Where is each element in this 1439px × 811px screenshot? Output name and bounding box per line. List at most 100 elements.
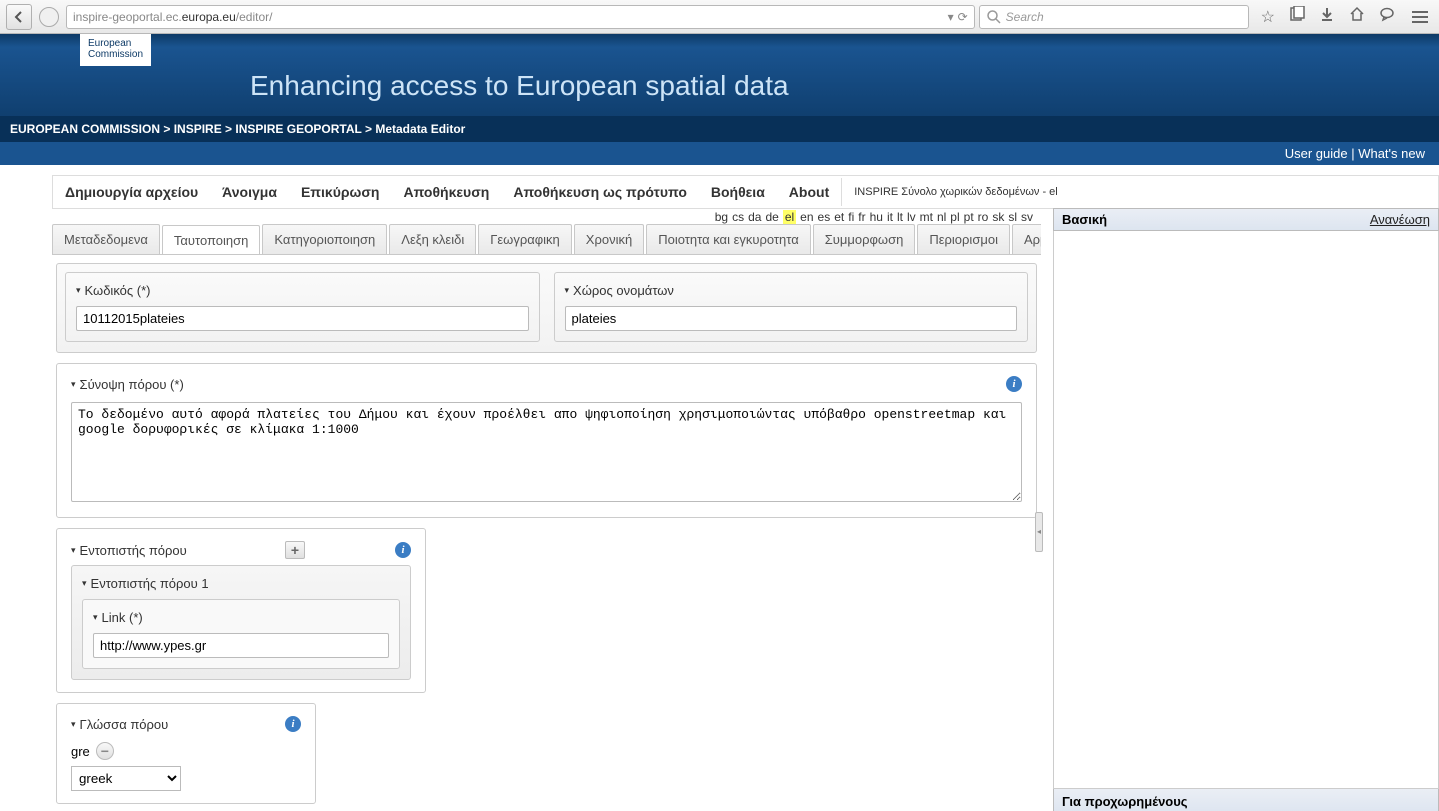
namespace-label: Χώρος ονομάτων (573, 283, 674, 298)
abstract-panel: ▾ Σύνοψη πόρου (*) i (56, 363, 1037, 518)
lang-sv[interactable]: sv (1021, 210, 1033, 224)
url-prefix: inspire-geoportal.ec. (73, 10, 182, 24)
lang-fr[interactable]: fr (858, 210, 865, 224)
menu-help[interactable]: Βοήθεια (699, 176, 777, 208)
site-identity-icon[interactable] (39, 7, 59, 27)
lang-da[interactable]: da (748, 210, 761, 224)
lang-pt[interactable]: pt (964, 210, 974, 224)
browser-toolbar: inspire-geoportal.ec.europa.eu/editor/ ▾… (0, 0, 1439, 34)
url-path: /editor/ (236, 10, 273, 24)
language-select[interactable]: greek (71, 766, 181, 791)
menu-icon[interactable] (1407, 6, 1433, 28)
lang-et[interactable]: et (834, 210, 844, 224)
lang-sk[interactable]: sk (992, 210, 1004, 224)
info-icon[interactable]: i (1006, 376, 1022, 392)
abstract-textarea[interactable] (71, 402, 1022, 502)
url-host: europa.eu (182, 10, 236, 24)
search-placeholder: Search (1006, 10, 1044, 24)
ec-badge: European Commission (80, 34, 151, 66)
breadcrumb-link[interactable]: INSPIRE GEOPORTAL (235, 122, 361, 136)
info-icon[interactable]: i (395, 542, 411, 558)
url-bar[interactable]: inspire-geoportal.ec.europa.eu/editor/ ▾… (66, 5, 975, 29)
menu-open[interactable]: Άνοιγμα (210, 176, 289, 208)
breadcrumb-link[interactable]: INSPIRE (174, 122, 222, 136)
dropdown-icon[interactable]: ▾ (948, 10, 954, 24)
lang-pl[interactable]: pl (950, 210, 959, 224)
tab-8[interactable]: Περιορισμοι (917, 224, 1010, 254)
lang-it[interactable]: it (887, 210, 893, 224)
back-button[interactable] (6, 4, 32, 30)
menu-new[interactable]: Δημιουργία αρχείου (53, 176, 210, 208)
lang-ro[interactable]: ro (978, 210, 989, 224)
search-icon (986, 9, 1002, 25)
add-icon[interactable]: + (285, 541, 305, 559)
breadcrumb-link[interactable]: EUROPEAN COMMISSION (10, 122, 160, 136)
chat-icon[interactable] (1379, 6, 1395, 27)
collapse-icon[interactable]: ▾ (71, 719, 76, 730)
lang-es[interactable]: es (818, 210, 831, 224)
reload-icon[interactable]: ⟳ (958, 10, 968, 24)
locator-label: Εντοπιστής πόρου (80, 543, 187, 558)
tab-1[interactable]: Ταυτοποιηση (162, 225, 261, 255)
menu-validate[interactable]: Επικύρωση (289, 176, 392, 208)
ec-line2: Commission (88, 49, 143, 60)
right-basic-label: Βασική (1062, 212, 1107, 227)
tab-6[interactable]: Ποιοτητα και εγκυροτητα (646, 224, 811, 254)
collapse-icon[interactable]: ▾ (93, 612, 98, 623)
tab-9[interactable]: Αρμόδιο μέρο (1012, 224, 1041, 254)
header-banner: European Commission Enhancing access to … (0, 34, 1439, 165)
lang-lv[interactable]: lv (907, 210, 916, 224)
form-area[interactable]: ▾Κωδικός (*) ▾Χώρος ονομάτων ▾ Σύνοψη πόρ… (52, 255, 1041, 811)
collapse-icon[interactable]: ▾ (76, 285, 81, 296)
lang-fi[interactable]: fi (848, 210, 854, 224)
downloads-icon[interactable] (1319, 6, 1335, 27)
link-input[interactable] (93, 633, 389, 658)
whats-new-link[interactable]: What's new (1358, 146, 1425, 161)
lang-bg[interactable]: bg (715, 210, 728, 224)
code-input[interactable] (76, 306, 529, 331)
menu-save[interactable]: Αποθήκευση (391, 176, 501, 208)
tab-2[interactable]: Κατηγοριοποιηση (262, 224, 387, 254)
lang-en[interactable]: en (800, 210, 813, 224)
tab-7[interactable]: Συμμορφωση (813, 224, 916, 254)
right-header: Βασική Ανανέωση (1053, 208, 1439, 231)
reading-list-icon[interactable] (1289, 6, 1305, 27)
lang-mt[interactable]: mt (920, 210, 933, 224)
lang-lt[interactable]: lt (897, 210, 903, 224)
collapse-icon[interactable]: ▾ (565, 285, 570, 296)
abstract-label: Σύνοψη πόρου (*) (80, 377, 184, 392)
splitter-handle[interactable] (1035, 512, 1043, 552)
lang-el[interactable]: el (783, 210, 796, 224)
chrome-icons: ☆ (1253, 6, 1403, 27)
menubar: Δημιουργία αρχείου Άνοιγμα Επικύρωση Απο… (52, 175, 1439, 209)
breadcrumb: EUROPEAN COMMISSION > INSPIRE > INSPIRE … (0, 116, 1439, 142)
menu-save-template[interactable]: Αποθήκευση ως πρότυπο (501, 176, 699, 208)
page-scroll[interactable]: European Commission Enhancing access to … (0, 34, 1439, 811)
user-guide-link[interactable]: User guide (1285, 146, 1348, 161)
remove-icon[interactable]: − (96, 742, 114, 760)
lang-nl[interactable]: nl (937, 210, 946, 224)
link-label: Link (*) (102, 610, 143, 625)
refresh-link[interactable]: Ανανέωση (1370, 212, 1430, 227)
tab-5[interactable]: Χρονική (574, 224, 644, 254)
tab-0[interactable]: Μεταδεδομενα (52, 224, 160, 254)
lang-sl[interactable]: sl (1008, 210, 1017, 224)
info-icon[interactable]: i (285, 716, 301, 732)
identifier-panel: ▾Κωδικός (*) ▾Χώρος ονομάτων (56, 263, 1037, 353)
collapse-icon[interactable]: ▾ (71, 545, 76, 556)
tab-3[interactable]: Λεξη κλειδι (389, 224, 476, 254)
right-advanced-label[interactable]: Για προχωρημένους (1053, 789, 1439, 811)
locator-item-label: Εντοπιστής πόρου 1 (91, 576, 209, 591)
right-column: Βασική Ανανέωση Για προχωρημένους (1053, 208, 1439, 811)
search-bar[interactable]: Search (979, 5, 1249, 29)
lang-hu[interactable]: hu (870, 210, 883, 224)
bookmark-icon[interactable]: ☆ (1261, 7, 1275, 27)
home-icon[interactable] (1349, 6, 1365, 27)
namespace-input[interactable] (565, 306, 1018, 331)
menu-about[interactable]: About (777, 176, 841, 208)
lang-de[interactable]: de (765, 210, 778, 224)
collapse-icon[interactable]: ▾ (71, 379, 76, 390)
collapse-icon[interactable]: ▾ (82, 578, 87, 589)
tab-4[interactable]: Γεωγραφικη (478, 224, 572, 254)
lang-cs[interactable]: cs (732, 210, 744, 224)
